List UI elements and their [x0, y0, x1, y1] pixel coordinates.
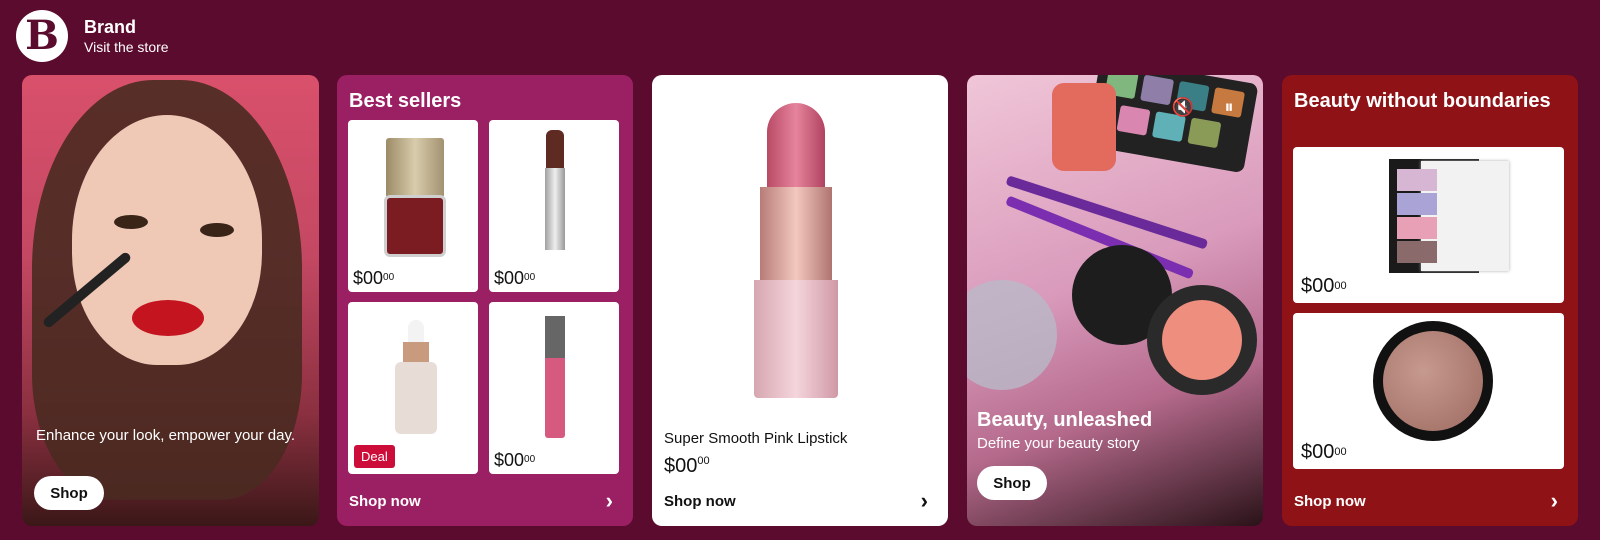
lip-gloss-tube: [545, 358, 565, 438]
featured-product-name[interactable]: Super Smooth Pink Lipstick: [664, 429, 847, 449]
hero-shop-button[interactable]: Shop: [34, 476, 104, 510]
swatch: [1397, 217, 1437, 239]
hero-lips: [132, 300, 204, 336]
swatch: [1187, 117, 1222, 149]
product-tile-eyeshadow-pan[interactable]: $0000: [1293, 313, 1564, 469]
video-headline: Beauty, unleashed: [977, 409, 1153, 431]
price-main: $00: [1301, 275, 1335, 297]
price-cents: 00: [697, 455, 710, 467]
lipstick-tube: [545, 168, 565, 250]
price-main: $00: [494, 450, 525, 470]
visit-store-link[interactable]: Visit the store: [84, 38, 169, 56]
lipstick-ring: [760, 187, 832, 282]
product-tile-lip-gloss[interactable]: $0000: [489, 302, 619, 474]
price-cents: 00: [1334, 280, 1347, 292]
featured-product-price: $0000: [664, 455, 710, 478]
nail-polish-image: [1052, 83, 1116, 171]
brand-name[interactable]: Brand: [84, 16, 169, 38]
deal-badge: Deal: [354, 445, 395, 468]
product-price: $0000: [494, 451, 535, 469]
serum-dropper: [408, 320, 424, 344]
mute-icon[interactable]: 🔇: [1169, 93, 1197, 121]
product-price: $0000: [1301, 441, 1347, 463]
swatch: [1397, 241, 1437, 263]
swatch: [1397, 169, 1437, 191]
hero-eye-right: [200, 223, 234, 237]
nail-polish-cap: [386, 138, 444, 198]
best-sellers-shop-now-link[interactable]: Shop now: [349, 493, 421, 510]
product-tile-serum[interactable]: Deal: [348, 302, 478, 474]
price-cents: 00: [383, 272, 395, 283]
product-price: $0000: [1301, 275, 1347, 297]
pause-icon[interactable]: ⏸: [1215, 93, 1243, 121]
featured-shop-now-link[interactable]: Shop now: [664, 493, 736, 510]
price-cents: 00: [1334, 446, 1347, 458]
chevron-right-icon[interactable]: ›: [921, 490, 928, 512]
swatch: [1116, 104, 1151, 136]
lipstick-base: [754, 280, 838, 398]
product-tile-lipstick[interactable]: $0000: [489, 120, 619, 292]
lipstick-bullet: [546, 130, 564, 168]
hero-card[interactable]: Enhance your look, empower your day. Sho…: [22, 75, 319, 526]
hero-eye-left: [114, 215, 148, 229]
card-title: Beauty without boundaries: [1294, 90, 1551, 112]
hero-tagline: Enhance your look, empower your day.: [36, 427, 296, 444]
serum-bottle: [395, 362, 437, 434]
nail-polish-bottle: [384, 195, 446, 257]
brand-text: Brand Visit the store: [84, 16, 169, 56]
chevron-right-icon[interactable]: ›: [606, 490, 613, 512]
price-main: $00: [353, 268, 384, 288]
video-shop-button[interactable]: Shop: [977, 466, 1047, 500]
beauty-without-boundaries-card: Beauty without boundaries $0000 $0000 Sh…: [1282, 75, 1578, 526]
serum-neck: [403, 342, 429, 364]
best-sellers-title: Best sellers: [349, 90, 462, 112]
brand-logo[interactable]: B: [16, 10, 68, 62]
lipstick-bullet: [767, 103, 825, 189]
eyeshadow-powder: [1383, 331, 1483, 431]
price-main: $00: [664, 455, 698, 477]
video-subline: Define your beauty story: [977, 435, 1140, 452]
featured-product-card[interactable]: Super Smooth Pink Lipstick $0000 Shop no…: [652, 75, 948, 526]
product-tile-eyeshadow-palette[interactable]: $0000: [1293, 147, 1564, 303]
card5-shop-now-link[interactable]: Shop now: [1294, 493, 1366, 510]
video-card[interactable]: 🔇 ⏸ Beauty, unleashed Define your beauty…: [967, 75, 1263, 526]
blush-pan: [1162, 300, 1242, 380]
product-tile-nail-polish[interactable]: $0000: [348, 120, 478, 292]
price-main: $00: [1301, 441, 1335, 463]
swatch: [1397, 193, 1437, 215]
mirror-image: [967, 280, 1057, 390]
lip-gloss-cap: [545, 316, 565, 358]
price-cents: 00: [524, 272, 536, 283]
price-main: $00: [494, 268, 525, 288]
product-price: $0000: [353, 269, 394, 287]
brand-header[interactable]: B Brand Visit the store: [16, 10, 169, 62]
product-price: $0000: [494, 269, 535, 287]
best-sellers-card: Best sellers $0000 $0000 Deal $0000 Shop…: [337, 75, 633, 526]
chevron-right-icon[interactable]: ›: [1551, 490, 1558, 512]
price-cents: 00: [524, 454, 536, 465]
